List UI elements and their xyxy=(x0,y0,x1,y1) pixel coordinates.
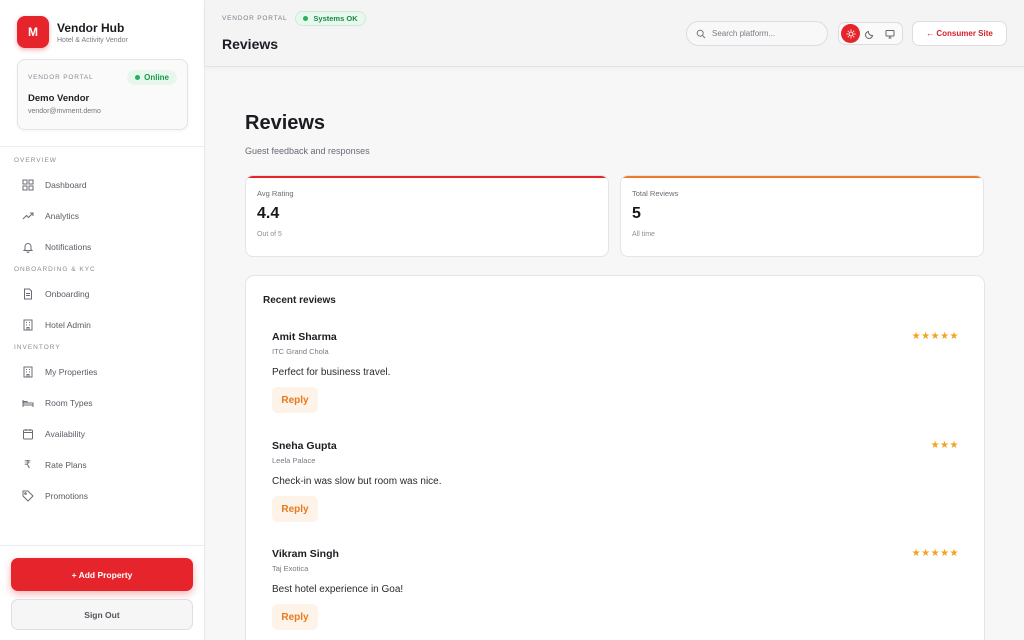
system-theme-button[interactable] xyxy=(881,24,900,43)
document-icon xyxy=(21,287,34,300)
star-rating-icon: ★★★★★ xyxy=(911,548,959,559)
top-header: Vendor Portal Systems OK Reviews ← Consu… xyxy=(205,0,1024,67)
trend-icon xyxy=(21,209,34,222)
grid-icon xyxy=(21,178,34,191)
star-rating-icon: ★★★★★ xyxy=(911,331,959,342)
sidebar: M Vendor Hub Hotel & Activity Vendor Ven… xyxy=(0,0,205,640)
tag-icon xyxy=(21,489,34,502)
sidebar-item-room-types[interactable]: Room Types xyxy=(0,387,205,418)
review-property: Taj Exotica xyxy=(272,564,309,573)
sidebar-item-label: Notifications xyxy=(45,241,92,252)
nav-section-title: Inventory xyxy=(14,344,61,351)
total-reviews-card: Total Reviews 5 All time xyxy=(620,175,984,257)
sun-icon xyxy=(846,29,856,38)
review-text: Perfect for business travel. xyxy=(272,367,391,378)
stat-note: All time xyxy=(632,231,655,238)
vendor-name: Demo Vendor xyxy=(28,93,90,104)
dark-theme-button[interactable] xyxy=(861,24,880,43)
review-property: Leela Palace xyxy=(272,456,316,465)
online-status-text: Online xyxy=(144,73,169,82)
sidebar-item-my-properties[interactable]: My Properties xyxy=(0,356,205,387)
online-status-badge: Online xyxy=(127,70,177,85)
review-item: Sneha Gupta Leela Palace Check-in was sl… xyxy=(272,440,962,540)
reviewer-name: Vikram Singh xyxy=(272,548,339,560)
sidebar-item-promotions[interactable]: Promotions xyxy=(0,480,205,511)
reviewer-name: Amit Sharma xyxy=(272,331,337,343)
sidebar-item-label: Analytics xyxy=(45,210,80,221)
bed-icon xyxy=(21,396,34,409)
reply-button[interactable]: Reply xyxy=(272,496,318,522)
building-icon xyxy=(21,365,34,378)
sidebar-item-label: Availability xyxy=(45,428,86,439)
sidebar-item-label: My Properties xyxy=(45,366,98,377)
header-title: Reviews xyxy=(222,36,279,52)
sign-out-button[interactable]: Sign Out xyxy=(11,599,193,630)
sidebar-item-analytics[interactable]: Analytics xyxy=(0,200,205,231)
sidebar-item-label: Dashboard xyxy=(45,179,87,190)
review-item: Amit Sharma ITC Grand Chola Perfect for … xyxy=(272,331,962,431)
review-text: Best hotel experience in Goa! xyxy=(272,584,404,595)
sidebar-actions: + Add Property Sign Out xyxy=(0,545,205,640)
sidebar-item-onboarding[interactable]: Onboarding xyxy=(0,278,205,309)
sidebar-item-label: Rate Plans xyxy=(45,459,87,470)
stat-value: 5 xyxy=(632,205,641,222)
building-icon xyxy=(21,318,34,331)
nav-section-title: Onboarding & KYC xyxy=(14,266,96,273)
status-dot-icon xyxy=(303,16,309,21)
bell-icon xyxy=(21,240,34,253)
sidebar-item-hotel-admin[interactable]: Hotel Admin xyxy=(0,309,205,340)
reply-button[interactable]: Reply xyxy=(272,387,318,413)
add-property-button[interactable]: + Add Property xyxy=(11,558,193,591)
star-rating-icon: ★★★ xyxy=(930,440,959,451)
sidebar-item-availability[interactable]: Availability xyxy=(0,418,205,449)
brand[interactable]: M Vendor Hub Hotel & Activity Vendor xyxy=(0,0,204,48)
reviewer-name: Sneha Gupta xyxy=(272,440,337,452)
status-dot-icon xyxy=(135,75,141,80)
sidebar-item-label: Room Types xyxy=(45,397,93,408)
sidebar-nav: Overview Dashboard Analytics Notificatio… xyxy=(0,146,205,511)
light-theme-button[interactable] xyxy=(841,24,861,43)
stat-note: Out of 5 xyxy=(257,231,282,238)
consumer-site-link[interactable]: ← Consumer Site xyxy=(912,21,1007,46)
review-text: Check-in was slow but room was nice. xyxy=(272,476,442,487)
sidebar-item-notifications[interactable]: Notifications xyxy=(0,231,205,262)
search-icon xyxy=(696,29,706,38)
review-item: Vikram Singh Taj Exotica Best hotel expe… xyxy=(272,548,962,640)
stat-value: 4.4 xyxy=(257,205,280,222)
stat-label: Avg Rating xyxy=(257,189,294,198)
moon-icon xyxy=(865,30,874,39)
vendor-card: Vendor Portal Online Demo Vendor vendor@… xyxy=(17,59,188,130)
monitor-icon xyxy=(885,29,895,38)
vendor-email: vendor@mvment.demo xyxy=(28,108,101,115)
portal-label: Vendor Portal xyxy=(222,15,288,22)
review-property: ITC Grand Chola xyxy=(272,347,329,356)
theme-switcher xyxy=(838,22,903,45)
calendar-icon xyxy=(21,427,34,440)
stat-label: Total Reviews xyxy=(632,189,679,198)
search-input[interactable] xyxy=(712,29,822,38)
system-status-badge: Systems OK xyxy=(295,11,366,26)
brand-subtitle: Hotel & Activity Vendor xyxy=(57,36,128,44)
search-box[interactable] xyxy=(686,21,828,46)
page-title: Reviews xyxy=(245,112,326,134)
sidebar-item-label: Hotel Admin xyxy=(45,319,91,330)
vendor-card-label: Vendor Portal xyxy=(28,74,94,81)
nav-section-title: Overview xyxy=(14,157,57,164)
recent-reviews-card: Recent reviews Amit Sharma ITC Grand Cho… xyxy=(245,275,985,640)
main-content: Reviews Guest feedback and responses Avg… xyxy=(205,68,1024,640)
rupee-icon: ₹ xyxy=(24,459,31,471)
brand-name: Vendor Hub xyxy=(57,20,125,35)
sidebar-item-dashboard[interactable]: Dashboard xyxy=(0,169,205,200)
system-status-text: Systems OK xyxy=(313,14,358,23)
recent-reviews-title: Recent reviews xyxy=(263,295,336,306)
sidebar-item-label: Promotions xyxy=(45,490,88,501)
sidebar-item-label: Onboarding xyxy=(45,288,90,299)
page-subtitle: Guest feedback and responses xyxy=(245,146,370,156)
brand-logo: M xyxy=(17,16,49,48)
sidebar-item-rate-plans[interactable]: ₹ Rate Plans xyxy=(0,449,205,480)
avg-rating-card: Avg Rating 4.4 Out of 5 xyxy=(245,175,609,257)
reply-button[interactable]: Reply xyxy=(272,604,318,630)
